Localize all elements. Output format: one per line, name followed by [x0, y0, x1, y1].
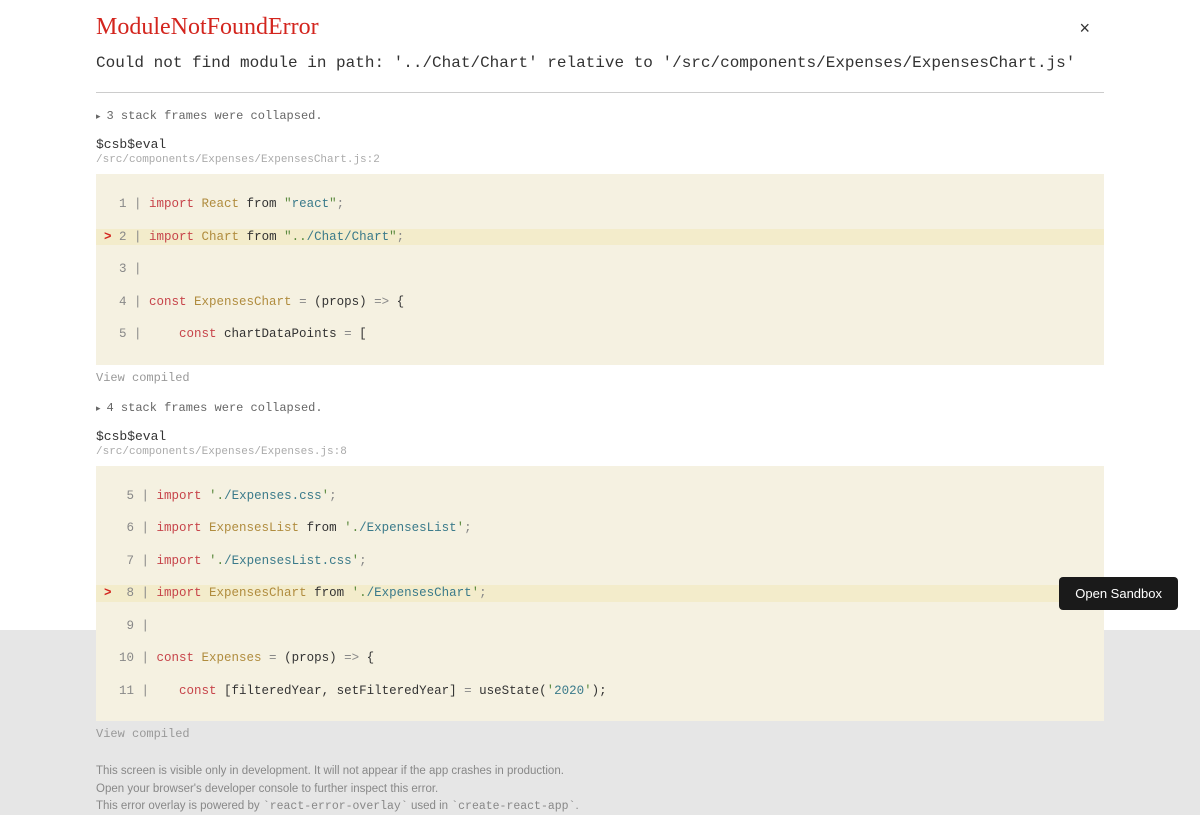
open-sandbox-button[interactable]: Open Sandbox	[1059, 577, 1178, 610]
footer-line: This screen is visible only in developme…	[96, 763, 1104, 780]
code-snippet: 1 | import React from "react"; > 2 | imp…	[96, 174, 1104, 365]
stack-frame-location: /src/components/Expenses/ExpensesChart.j…	[96, 154, 1104, 166]
footer-line: This error overlay is powered by `react-…	[96, 798, 1104, 815]
stack-frame-name: $csb$eval	[96, 137, 1104, 152]
footer-info: This screen is visible only in developme…	[96, 763, 1104, 815]
code-snippet: 5 | import './Expenses.css'; 6 | import …	[96, 466, 1104, 722]
divider	[96, 92, 1104, 93]
error-message: Could not find module in path: '../Chat/…	[96, 51, 1104, 76]
stack-frame-name: $csb$eval	[96, 429, 1104, 444]
footer-line: Open your browser's developer console to…	[96, 781, 1104, 798]
collapsed-frames-toggle[interactable]: 4 stack frames were collapsed.	[96, 401, 1104, 415]
view-compiled-link[interactable]: View compiled	[96, 727, 1104, 741]
stack-frame-location: /src/components/Expenses/Expenses.js:8	[96, 446, 1104, 458]
error-overlay: × ModuleNotFoundError Could not find mod…	[0, 0, 1200, 630]
view-compiled-link[interactable]: View compiled	[96, 371, 1104, 385]
error-title: ModuleNotFoundError	[96, 14, 1104, 41]
close-icon[interactable]: ×	[1079, 18, 1090, 39]
collapsed-frames-toggle[interactable]: 3 stack frames were collapsed.	[96, 109, 1104, 123]
